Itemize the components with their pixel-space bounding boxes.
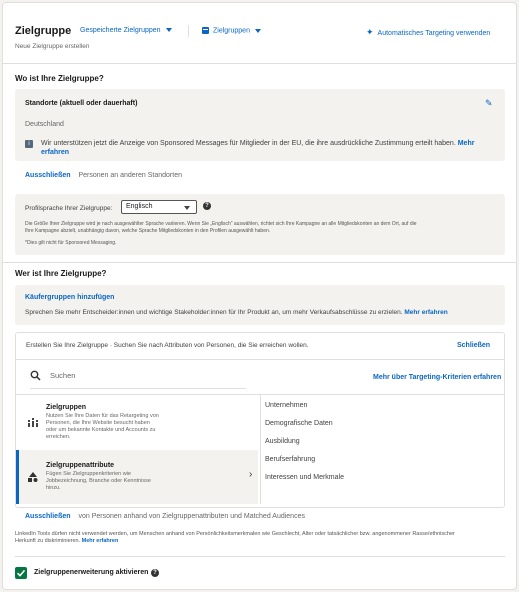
attributes-desc-line: Fügen Sie Zielgruppenkriterien wie	[46, 471, 131, 477]
attributes-title: Zielgruppenattribute	[46, 462, 115, 469]
chevron-down-icon	[184, 206, 190, 210]
category-education[interactable]: Ausbildung	[265, 438, 300, 445]
search-input[interactable]: Suchen	[30, 367, 246, 389]
profile-lang-select[interactable]: Englisch	[121, 200, 197, 214]
help-icon[interactable]: ?	[203, 202, 211, 210]
chevron-down-icon	[165, 28, 172, 33]
exclude-locations-link[interactable]: Ausschließen	[25, 172, 71, 179]
list-item-audiences[interactable]: Zielgruppen Nutzen Sie Ihre Daten für da…	[16, 397, 258, 449]
exclude-attributes-link[interactable]: Ausschließen	[25, 513, 71, 520]
targeting-criteria-link[interactable]: Mehr über Targeting-Kriterien erfahren	[373, 374, 501, 381]
attributes-desc-line: hinzu.	[46, 485, 61, 491]
buyer-groups-box: Käufergruppen hinzufügen Sprechen Sie me…	[15, 285, 505, 325]
audience-card: Zielgruppe Gespeicherte Zielgruppen Ziel…	[2, 2, 517, 590]
eu-more-link[interactable]: Mehr	[458, 140, 475, 147]
section-divider	[3, 63, 516, 64]
sparkle-icon: ✦	[366, 27, 374, 37]
audiences-icon	[28, 417, 38, 429]
audiences-title: Zielgruppen	[46, 404, 87, 411]
exclude-locations-row: Ausschließen Personen an anderen Standor…	[25, 172, 182, 179]
locations-label: Standorte (aktuell oder dauerhaft)	[25, 100, 138, 107]
header-divider	[188, 25, 189, 37]
eu-notice: Wir unterstützen jetzt die Anzeige von S…	[41, 139, 481, 157]
section-divider	[3, 262, 516, 263]
lang-note: Die Größe Ihrer Zielgruppe wird je nach …	[25, 221, 500, 247]
auto-targeting-label: Automatisches Targeting verwenden	[377, 30, 491, 37]
audiences-desc-line: Personen, die Ihre Website besucht haben	[46, 420, 150, 426]
location-value: Deutschland	[25, 121, 64, 128]
attributes-icon	[28, 472, 38, 484]
auto-targeting-button[interactable]: ✦ Automatisches Targeting verwenden	[366, 27, 490, 38]
buyer-groups-description: Sprechen Sie mehr Entscheider:innen und …	[25, 309, 403, 316]
help-icon[interactable]: ?	[151, 569, 159, 577]
lang-note-line-1: Die Größe Ihrer Zielgruppe wird je nach …	[25, 221, 417, 227]
audiences-desc-line: Nutzen Sie Ihre Daten für das Retargetin…	[46, 413, 159, 419]
chevron-right-icon: ›	[249, 469, 253, 480]
exclude-attributes-row: Ausschließen von Personen anhand von Zie…	[25, 513, 305, 520]
close-builder-link[interactable]: Schließen	[457, 342, 490, 349]
exclude-locations-text: Personen an anderen Standorten	[78, 172, 182, 179]
attributes-desc-line: Jobbezeichnung, Branche oder Kenntnisse	[46, 478, 151, 484]
exclude-attributes-text: von Personen anhand von Zielgruppenattri…	[78, 513, 305, 520]
page-subtitle: Neue Zielgruppe erstellen	[15, 43, 90, 50]
profile-lang-value: Englisch	[126, 203, 153, 210]
attributes-description: Fügen Sie Zielgruppenkriterien wie Jobbe…	[46, 471, 151, 492]
profile-language-box: Profilsprache Ihrer Zielgruppe: Englisch…	[15, 194, 505, 255]
section-divider	[15, 556, 505, 557]
edit-pencil-icon[interactable]: ✎	[485, 98, 493, 109]
audience-builder-panel: Erstellen Sie Ihre Zielgruppe · Suchen S…	[15, 332, 505, 508]
expansion-checkbox[interactable]	[15, 567, 27, 579]
lang-note-line-3: *Dies gilt nicht für Sponsored Messaging…	[25, 240, 117, 246]
saved-audiences-dropdown[interactable]: Gespeicherte Zielgruppen	[80, 27, 172, 34]
audiences-dropdown[interactable]: Zielgruppen	[202, 27, 261, 34]
legal-line-2: Herkunft zu diskriminieren.	[15, 538, 81, 544]
category-interests-traits[interactable]: Interessen und Merkmale	[265, 474, 344, 481]
audiences-label: Zielgruppen	[213, 27, 250, 35]
category-company[interactable]: Unternehmen	[265, 402, 307, 409]
audience-icon	[202, 27, 209, 34]
expansion-label: Zielgruppenerweiterung aktivieren	[34, 569, 149, 576]
check-icon	[16, 569, 26, 577]
eu-notice-text: Wir unterstützen jetzt die Anzeige von S…	[41, 140, 456, 147]
chevron-down-icon	[254, 28, 261, 33]
profile-lang-label: Profilsprache Ihrer Zielgruppe:	[25, 205, 113, 212]
locations-box: Standorte (aktuell oder dauerhaft) ✎ Deu…	[15, 89, 505, 161]
page-title: Zielgruppe	[15, 25, 72, 37]
eu-more-link-2[interactable]: erfahren	[41, 149, 69, 156]
legal-more-link[interactable]: Mehr erfahren	[82, 538, 119, 544]
info-icon: i	[25, 140, 33, 148]
builder-instruction: Erstellen Sie Ihre Zielgruppe · Suchen S…	[26, 342, 309, 349]
search-placeholder: Suchen	[50, 371, 76, 380]
add-buyer-groups-link[interactable]: Käufergruppen hinzufügen	[25, 294, 114, 301]
audiences-desc-line: erreichen.	[46, 434, 71, 440]
panel-vertical-divider	[260, 394, 261, 504]
where-heading: Wo ist Ihre Zielgruppe?	[15, 74, 104, 83]
buyer-groups-more-link[interactable]: Mehr erfahren	[404, 309, 447, 316]
audiences-description: Nutzen Sie Ihre Daten für das Retargetin…	[46, 413, 159, 441]
category-demographics[interactable]: Demografische Daten	[265, 420, 333, 427]
legal-notice: LinkedIn Tools dürfen nicht verwendet we…	[15, 531, 505, 545]
search-icon	[30, 370, 41, 383]
lang-note-line-2: Ihre Kampagne abzielt, unabhängig davon,…	[25, 228, 271, 234]
legal-line-1: LinkedIn Tools dürfen nicht verwendet we…	[15, 531, 455, 537]
who-heading: Wer ist Ihre Zielgruppe?	[15, 269, 107, 278]
saved-audiences-label: Gespeicherte Zielgruppen	[80, 27, 161, 34]
buyer-groups-text: Sprechen Sie mehr Entscheider:innen und …	[25, 309, 448, 316]
list-item-audience-attributes[interactable]: Zielgruppenattribute Fügen Sie Zielgrupp…	[16, 450, 258, 504]
panel-divider	[16, 359, 504, 360]
category-job-experience[interactable]: Berufserfahrung	[265, 456, 315, 463]
audiences-desc-line: oder um bekannte Kontakte und Accounts z…	[46, 427, 156, 433]
